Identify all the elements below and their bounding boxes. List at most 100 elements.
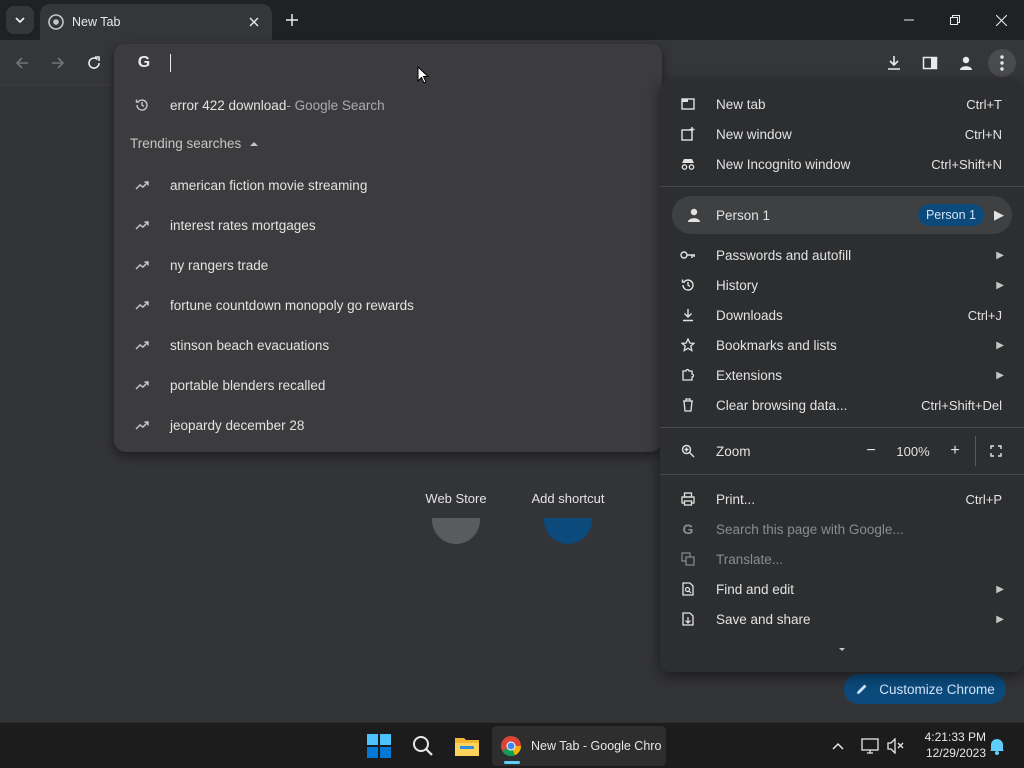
trash-icon xyxy=(660,398,716,412)
more-vertical-icon xyxy=(1000,55,1004,71)
back-button[interactable] xyxy=(8,49,36,77)
network-icon xyxy=(861,738,879,754)
trending-suggestion[interactable]: fortune countdown monopoly go rewards xyxy=(114,285,662,325)
web-store-shortcut-icon[interactable] xyxy=(432,518,480,544)
key-icon xyxy=(660,250,716,260)
address-bar-input[interactable]: G xyxy=(114,44,662,82)
trending-suggestion[interactable]: ny rangers trade xyxy=(114,245,662,285)
minimize-button[interactable] xyxy=(886,0,932,40)
menu-new-tab-shortcut: Ctrl+T xyxy=(966,96,1002,112)
trending-up-icon xyxy=(114,220,170,230)
restore-icon xyxy=(950,15,960,25)
close-icon xyxy=(995,14,1007,26)
trending-suggestion-text: fortune countdown monopoly go rewards xyxy=(170,297,414,313)
menu-find-edit[interactable]: Find and edit ▶ xyxy=(660,574,1024,604)
tab-new-tab[interactable]: New Tab xyxy=(40,4,272,40)
puzzle-icon xyxy=(660,368,716,382)
active-app-indicator xyxy=(504,761,520,764)
menu-more-chevron-icon[interactable] xyxy=(836,642,848,652)
google-g-icon: G xyxy=(137,54,151,71)
menu-person[interactable]: Person 1 Person 1 ▶ xyxy=(672,196,1012,234)
menu-downloads-label: Downloads xyxy=(716,307,783,323)
trending-suggestion[interactable]: jeopardy december 28 xyxy=(114,405,662,445)
menu-print[interactable]: Print... Ctrl+P xyxy=(660,484,1024,514)
chevron-right-icon: ▶ xyxy=(996,279,1004,291)
chrome-menu: New tab Ctrl+T New window Ctrl+N New Inc… xyxy=(660,80,1024,672)
menu-zoom: Zoom − 100% + xyxy=(660,436,1024,466)
side-panel-button[interactable] xyxy=(916,49,944,77)
menu-new-incognito[interactable]: New Incognito window Ctrl+Shift+N xyxy=(660,149,1024,179)
chevron-right-icon: ▶ xyxy=(996,249,1004,261)
chevron-right-icon: ▶ xyxy=(996,369,1004,381)
zoom-in-button[interactable]: + xyxy=(941,437,969,465)
network-button[interactable] xyxy=(858,729,882,763)
trending-up-icon xyxy=(114,420,170,430)
chevron-right-icon: ▶ xyxy=(994,207,1004,222)
translate-icon xyxy=(660,552,716,566)
trending-header[interactable]: Trending searches xyxy=(130,136,259,151)
taskbar-chrome-app[interactable]: New Tab - Google Chro xyxy=(492,726,666,766)
menu-new-window-label: New window xyxy=(716,126,792,142)
text-caret xyxy=(170,54,171,72)
close-tab-icon[interactable] xyxy=(242,10,266,34)
menu-find-edit-label: Find and edit xyxy=(716,581,795,597)
show-hidden-icons-button[interactable] xyxy=(826,729,850,763)
volume-button[interactable] xyxy=(884,729,908,763)
system-clock[interactable]: 4:21:33 PM 12/29/2023 xyxy=(912,729,986,761)
trending-suggestion[interactable]: stinson beach evacuations xyxy=(114,325,662,365)
tab-search-button[interactable] xyxy=(6,6,34,34)
menu-clear-data-label: Clear browsing data... xyxy=(716,397,848,413)
reload-button[interactable] xyxy=(80,49,108,77)
downloads-toolbar-button[interactable] xyxy=(880,49,908,77)
forward-button[interactable] xyxy=(44,49,72,77)
shortcut-web-store[interactable]: Web Store xyxy=(400,491,512,506)
chrome-menu-button[interactable] xyxy=(988,49,1016,77)
trending-suggestion[interactable]: american fiction movie streaming xyxy=(114,165,662,205)
menu-search-page[interactable]: G Search this page with Google... xyxy=(660,514,1024,544)
volume-muted-icon xyxy=(887,738,904,754)
find-page-icon xyxy=(660,582,716,596)
menu-clear-data[interactable]: Clear browsing data... Ctrl+Shift+Del xyxy=(660,390,1024,420)
notifications-button[interactable] xyxy=(986,729,1008,763)
shortcut-add[interactable]: Add shortcut xyxy=(512,491,624,506)
trending-suggestion-text: stinson beach evacuations xyxy=(170,337,330,353)
menu-translate-label: Translate... xyxy=(716,551,784,567)
menu-save-share-label: Save and share xyxy=(716,611,811,627)
menu-bookmarks[interactable]: Bookmarks and lists ▶ xyxy=(660,330,1024,360)
menu-history[interactable]: History ▶ xyxy=(660,270,1024,300)
fullscreen-button[interactable] xyxy=(982,437,1010,465)
trending-suggestion[interactable]: portable blenders recalled xyxy=(114,365,662,405)
suggestion-suffix: - Google Search xyxy=(286,97,385,113)
restore-button[interactable] xyxy=(932,0,978,40)
menu-passwords[interactable]: Passwords and autofill ▶ xyxy=(660,240,1024,270)
suggestion-history[interactable]: error 422 download - Google Search xyxy=(114,85,662,125)
folder-icon xyxy=(455,738,479,756)
start-button[interactable] xyxy=(364,729,394,763)
menu-extensions[interactable]: Extensions ▶ xyxy=(660,360,1024,390)
trending-up-icon xyxy=(114,380,170,390)
mouse-pointer-icon xyxy=(417,66,429,84)
chevron-right-icon: ▶ xyxy=(996,583,1004,595)
zoom-out-button[interactable]: − xyxy=(857,437,885,465)
close-window-button[interactable] xyxy=(978,0,1024,40)
file-explorer-button[interactable] xyxy=(452,729,482,763)
menu-separator xyxy=(660,427,1024,428)
taskbar-search-button[interactable] xyxy=(408,729,438,763)
chevron-up-icon xyxy=(832,742,844,750)
menu-bookmarks-label: Bookmarks and lists xyxy=(716,337,837,353)
menu-new-window-shortcut: Ctrl+N xyxy=(964,126,1002,142)
menu-translate[interactable]: Translate... xyxy=(660,544,1024,574)
customize-chrome-button[interactable]: Customize Chrome xyxy=(844,674,1006,704)
new-tab-button[interactable] xyxy=(280,8,304,32)
add-shortcut-icon[interactable] xyxy=(544,518,592,544)
taskbar-chrome-label: New Tab - Google Chro xyxy=(531,739,661,753)
clock-date: 12/29/2023 xyxy=(925,746,986,760)
menu-new-tab[interactable]: New tab Ctrl+T xyxy=(660,89,1024,119)
menu-downloads[interactable]: Downloads Ctrl+J xyxy=(660,300,1024,330)
profile-button[interactable] xyxy=(952,49,980,77)
download-icon xyxy=(888,56,900,70)
trending-suggestion-text: ny rangers trade xyxy=(170,257,269,273)
menu-save-share[interactable]: Save and share ▶ xyxy=(660,604,1024,634)
menu-new-window[interactable]: New window Ctrl+N xyxy=(660,119,1024,149)
trending-suggestion[interactable]: interest rates mortgages xyxy=(114,205,662,245)
